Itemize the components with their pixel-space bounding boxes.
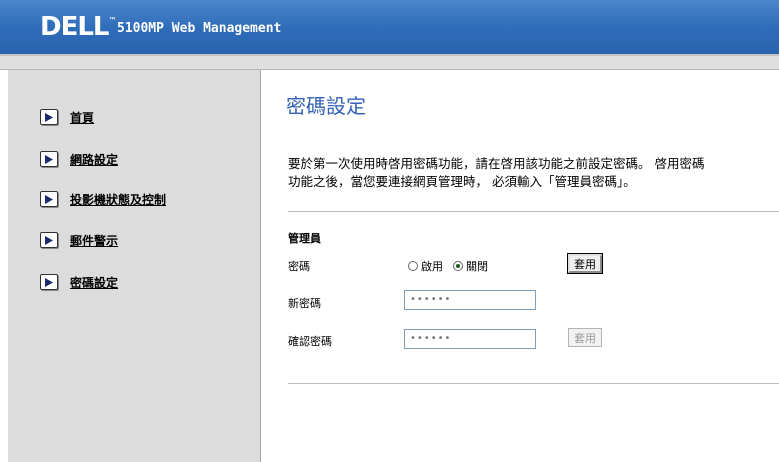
sidebar-item-email-alert[interactable]: 郵件警示 <box>40 231 118 249</box>
sidebar-item-label: 首頁 <box>70 110 95 125</box>
toolbar-strip <box>0 56 779 70</box>
new-password-field[interactable]: •••••• <box>404 290 536 310</box>
play-arrow-icon <box>40 232 58 248</box>
radio-disable[interactable]: 關閉 <box>453 258 488 274</box>
password-toggle: 啟用 關閉 <box>408 258 498 274</box>
new-password-label: 新密碼 <box>288 297 321 310</box>
sidebar-item-password-settings[interactable]: 密碼設定 <box>40 273 118 291</box>
dell-logo: DELL™ <box>40 12 117 42</box>
radio-enable-circle[interactable] <box>408 261 418 271</box>
sidebar-item-network-settings[interactable]: 網路設定 <box>40 150 118 168</box>
apply-button-disabled[interactable]: 套用 <box>568 328 602 347</box>
sidebar-item-label: 網路設定 <box>70 152 119 167</box>
section-label-admin: 管理員 <box>288 232 321 245</box>
sidebar-item-home[interactable]: 首頁 <box>40 108 94 126</box>
sidebar-item-label: 投影機狀態及控制 <box>70 192 167 207</box>
play-arrow-icon <box>40 109 58 125</box>
app-header: DELL™ 5100MP Web Management <box>0 0 779 54</box>
divider <box>288 211 779 212</box>
sidebar-item-projector-status[interactable]: 投影機狀態及控制 <box>40 190 166 208</box>
radio-enable[interactable]: 啟用 <box>408 258 443 274</box>
page-title: 密碼設定 <box>286 94 366 118</box>
play-arrow-icon <box>40 151 58 167</box>
radio-enable-label: 啟用 <box>421 260 443 273</box>
play-arrow-icon <box>40 274 58 290</box>
divider <box>288 383 779 384</box>
play-arrow-icon <box>40 191 58 207</box>
sidebar: 首頁 網路設定 投影機狀態及控制 郵件警示 密碼設定 <box>8 70 261 462</box>
confirm-password-field[interactable]: •••••• <box>404 329 536 349</box>
apply-button[interactable]: 套用 <box>567 253 603 274</box>
radio-disable-label: 關閉 <box>466 260 488 273</box>
sidebar-item-label: 密碼設定 <box>70 275 119 290</box>
radio-disable-circle[interactable] <box>453 261 463 271</box>
sidebar-item-label: 郵件警示 <box>70 233 119 248</box>
app-title: 5100MP Web Management <box>117 21 282 36</box>
password-label: 密碼 <box>288 260 310 273</box>
confirm-password-label: 確認密碼 <box>288 335 332 348</box>
description-text: 要於第一次使用時啓用密碼功能，請在啓用該功能之前設定密碼。 啓用密碼 功能之後，… <box>288 156 705 189</box>
